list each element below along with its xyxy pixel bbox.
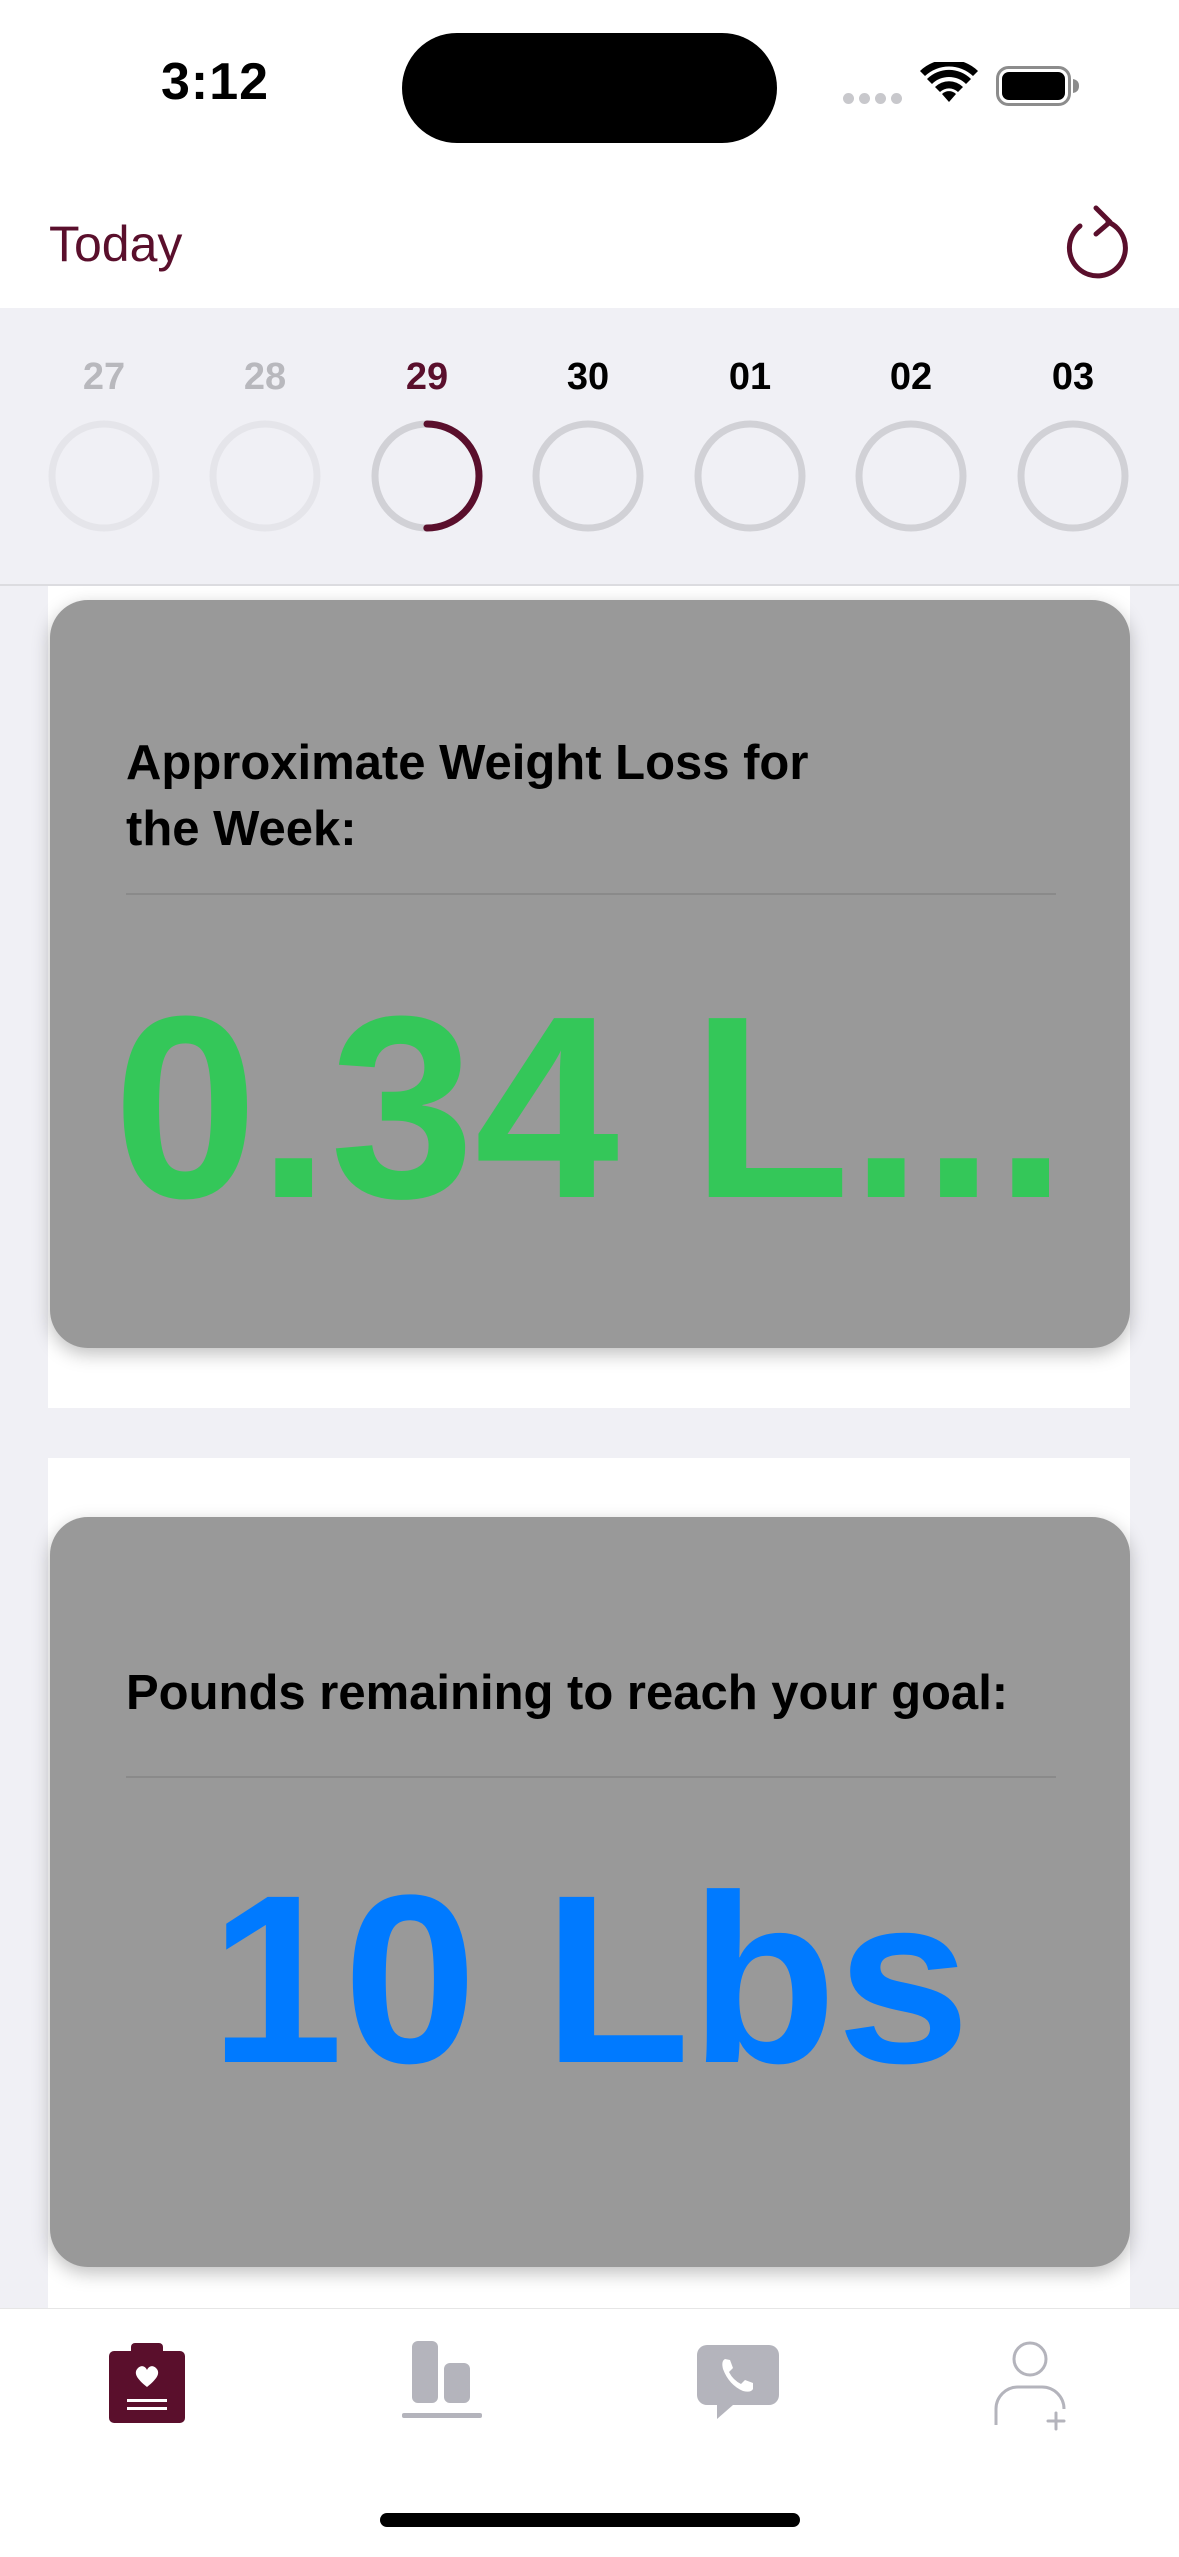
person-add-icon [994,2341,1066,2431]
page-title: Today [49,216,183,272]
goal-remaining-title: Pounds remaining to reach your goal: [126,1666,1009,1720]
day-progress-ring [1017,420,1129,532]
tab-progress[interactable] [382,2329,502,2439]
weekly-weight-loss-title: Approximate Weight Loss for the Week: [126,736,809,856]
day-28[interactable]: 28 [205,356,325,556]
day-label: 03 [1051,356,1095,398]
day-label: 02 [889,356,933,398]
dynamic-island [402,33,777,143]
card-divider [126,893,1056,895]
arrow-clockwise-icon [1066,205,1128,279]
ring-track [694,420,806,532]
goal-remaining-card: Pounds remaining to reach your goal: 10 … [50,1517,1130,2267]
tab-messages[interactable] [677,2329,797,2439]
day-label: 28 [243,356,287,398]
home-indicator [380,2513,800,2527]
clipboard-heart-icon [109,2343,185,2423]
ring-track [209,420,321,532]
card-divider [126,1776,1056,1778]
day-progress-ring [371,420,483,532]
week-day-strip: 27 28 29 30 01 02 03 [0,308,1179,586]
wifi-icon [920,62,978,102]
ring-track [48,420,160,532]
day-progress-ring [694,420,806,532]
day-progress-ring [48,420,160,532]
bar-chart-icon [402,2341,482,2418]
day-label: 30 [566,356,610,398]
tab-today[interactable] [87,2329,207,2439]
battery-icon [996,66,1079,106]
day-label: 27 [82,356,126,398]
day-03[interactable]: 03 [1013,356,1133,556]
tab-profile[interactable] [972,2329,1092,2439]
content-scroll-area[interactable]: Approximate Weight Loss for the Week: 0.… [0,586,1179,2308]
weekly-weight-loss-card: Approximate Weight Loss for the Week: 0.… [50,600,1130,1348]
day-30[interactable]: 30 [528,356,648,556]
phone-bubble-icon [697,2345,779,2419]
refresh-button[interactable] [1058,200,1134,280]
day-progress-ring [209,420,321,532]
weekly-weight-loss-value: 0.34 L... [113,963,1067,1253]
ring-track [1017,420,1129,532]
goal-remaining-value: 10 Lbs [209,1845,971,2113]
day-02[interactable]: 02 [851,356,971,556]
day-progress-ring [532,420,644,532]
day-29[interactable]: 29 [367,356,487,556]
navigation-bar: Today [0,170,1179,308]
day-01[interactable]: 01 [690,356,810,556]
status-bar: 3:12 [0,0,1179,170]
day-27[interactable]: 27 [44,356,164,556]
day-label: 29 [405,356,449,398]
ring-track [855,420,967,532]
ring-track [532,420,644,532]
cellular-signal-icon [843,93,903,107]
day-progress-ring [855,420,967,532]
day-label: 01 [728,356,772,398]
status-time: 3:12 [160,53,270,111]
